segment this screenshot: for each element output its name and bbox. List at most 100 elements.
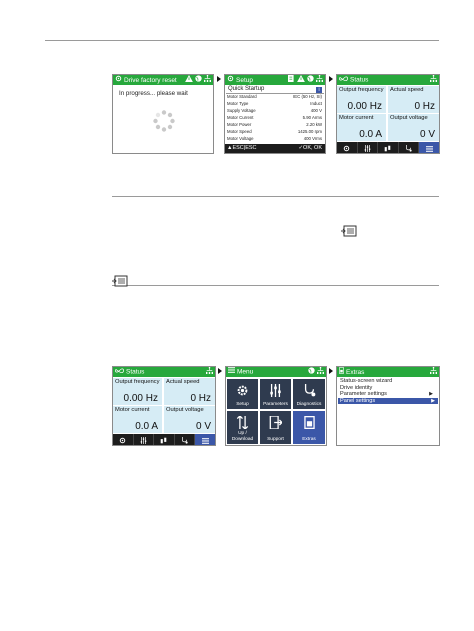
nav-diagnostics-button[interactable] [399,142,420,153]
status-cell-label: Actual speed [166,379,200,385]
nav-menu-button[interactable] [195,434,215,445]
nav-setup-button[interactable] [337,142,358,153]
menu-tile-extras[interactable]: Extras [293,411,325,444]
setup-row[interactable]: Motor Voltage 400 Vrms [226,136,323,142]
status-cell-value: 0.00 Hz [347,101,382,112]
sliders-icon [140,431,147,446]
status-cell-label: Motor current [115,407,150,413]
network-icon [317,367,324,378]
status-nav-bar [113,434,215,445]
exit-icon [269,415,283,434]
setup-row-label: Motor Type [227,101,249,106]
status-cell[interactable]: Actual speed 0 Hz [164,378,215,405]
menu-tile-label: Up / Download [231,431,254,442]
gear-icon [343,139,350,154]
status-cell[interactable]: Motor current 0.0 A [113,406,162,433]
status-cell-label: Output voltage [166,407,204,413]
extras-screen: Extras Status-screen wizard Drive identi… [336,366,440,446]
menu-tile-support[interactable]: Support [260,411,291,444]
setup-row-label: Motor Current [227,115,254,120]
handshake-icon [160,431,167,446]
extras-item-label: Parameter settings [340,391,387,397]
setup-row[interactable]: Supply Voltage 400 V [226,108,323,114]
nav-setup-button[interactable] [113,434,134,445]
note-icon [341,224,357,242]
network-icon [206,367,213,378]
setup-row-label: Motor Standard [227,94,257,99]
stethoscope-icon [405,139,412,154]
menu-icon [201,431,209,446]
setup-row[interactable]: Motor Current 5.90 Arms [226,115,323,121]
esc-softkey[interactable]: ▲ESC|ESC [227,144,257,153]
globe-icon [307,75,314,86]
nav-parameters-button[interactable] [358,142,379,153]
menu-icon [425,139,433,154]
setup-row-label: Motor Speed [227,129,252,134]
status-title: Status [126,368,145,376]
section-rule [112,196,439,197]
status-grid: Output frequency 0.00 Hz Actual speed 0 Hz… [113,378,215,433]
setup-row-value: IEC (50 Hz, SI) [293,94,322,99]
warning-icon [297,75,305,86]
setup-softkey-bar: ▲ESC|ESC ✓OK, OK [225,144,325,153]
nav-control-button[interactable] [378,142,399,153]
note-icon [112,274,128,292]
status-screen: Status Output frequency 0.00 Hz Actual sp… [112,366,216,446]
status-cell[interactable]: Output frequency 0.00 Hz [337,86,386,113]
status-cell[interactable]: Actual speed 0 Hz [388,86,439,113]
setup-screen: Setup Quick Startup i Motor Standard IEC … [224,74,326,154]
status-cell-value: 0 Hz [190,393,211,404]
globe-icon [308,367,315,378]
flow-arrow [329,76,333,82]
extras-item-label: Drive identity [340,384,373,391]
menu-tile-up-download[interactable]: Up / Download [227,411,258,444]
nav-parameters-button[interactable] [134,434,155,445]
stethoscope-icon [303,384,316,402]
setup-titlebar: Setup [225,75,325,85]
infinity-icon [115,367,124,377]
status-cell-label: Motor current [339,115,374,121]
status-titlebar: Status [337,75,439,85]
setup-row[interactable]: Motor Power 2.20 kW [226,122,323,128]
status-cell[interactable]: Output frequency 0.00 Hz [113,378,162,405]
menu-tile-label: Setup [236,401,249,407]
setup-row-value: 5.90 Arms [302,115,322,120]
spinner-icon [153,110,175,137]
factory-reset-titlebar: Drive factory reset [113,75,213,85]
nav-control-button[interactable] [154,434,175,445]
menu-screen: Menu Setup Parameters Diagnostics Up / D… [225,366,327,446]
status-cell[interactable]: Output voltage 0 V [164,406,215,433]
menu-tile-diagnostics[interactable]: Diagnostics [293,379,325,409]
setup-row[interactable]: Motor Standard IEC (50 Hz, SI) [226,94,323,100]
setup-row-value: 1425.00 rpm [297,129,322,134]
extras-item-selected[interactable]: Panel settings ▶ [338,397,438,404]
gear-icon [119,431,126,446]
status-cell[interactable]: Motor current 0.0 A [337,114,386,141]
menu-icon [228,367,235,377]
status-cell-value: 0.00 Hz [123,393,158,404]
setup-row-value: 400 V [310,108,322,113]
menu-tile-label: Parameters [263,401,288,407]
gear-icon [227,75,234,86]
ok-softkey[interactable]: ✓OK, OK [298,144,322,153]
menu-tile-label: Extras [302,436,316,442]
handshake-icon [384,139,391,154]
nav-diagnostics-button[interactable] [175,434,196,445]
status-titlebar: Status [113,367,215,377]
menu-tile-parameters[interactable]: Parameters [260,379,291,409]
nav-menu-button[interactable] [419,142,439,153]
menu-tile-setup[interactable]: Setup [227,379,258,409]
esc-softkey-label: ESC|ESC [232,145,257,151]
status-cell[interactable]: Output voltage 0 V [388,114,439,141]
warning-icon [185,75,193,86]
setup-row[interactable]: Motor Speed 1425.00 rpm [226,129,323,135]
setup-row[interactable]: Motor Type Induct [226,101,323,107]
setup-row-label: Supply Voltage [227,108,256,113]
network-icon [204,75,211,86]
gear-icon [236,384,249,402]
menu-tile-label: Diagnostics [296,401,322,407]
extras-icon [339,367,344,378]
info-badge[interactable]: i [316,86,322,93]
status-screen: Status Output frequency 0.00 Hz Actual sp… [336,74,440,154]
status-cell-label: Output frequency [115,379,160,385]
